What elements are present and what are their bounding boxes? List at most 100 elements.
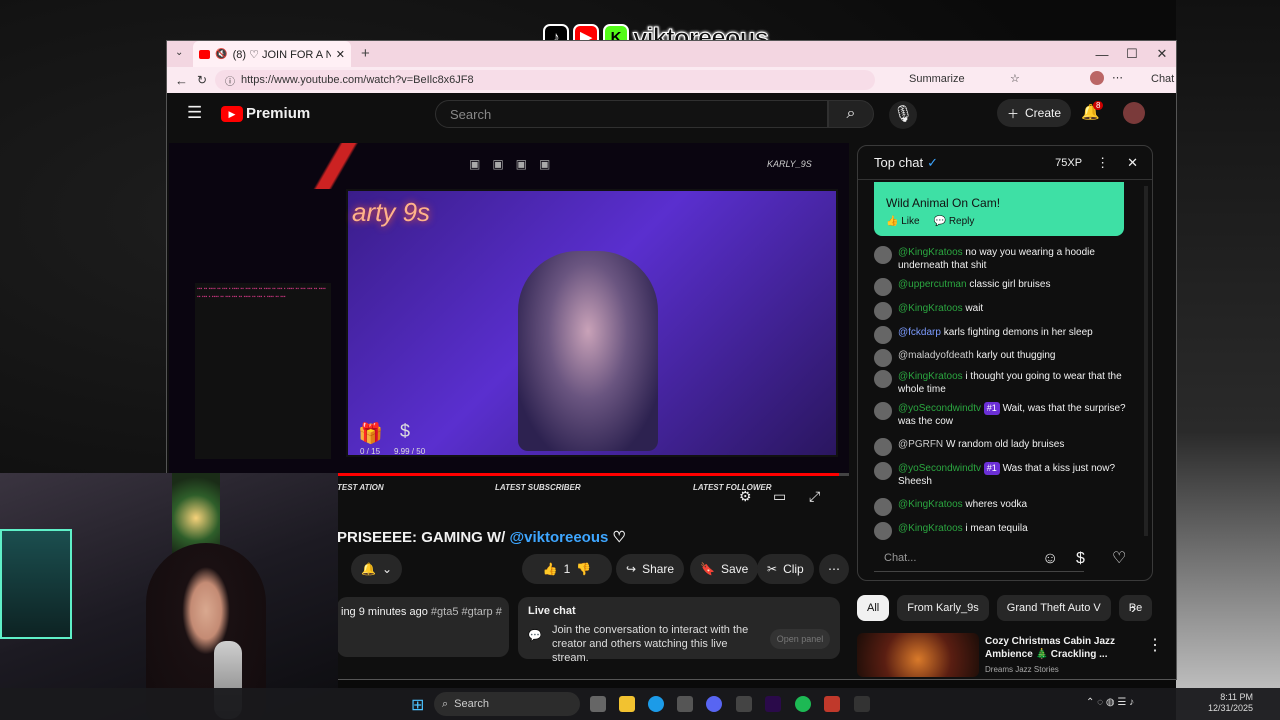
more-actions-button[interactable]: ⋯: [819, 554, 849, 584]
fullscreen-icon[interactable]: ⤢: [809, 488, 820, 505]
recommended-video[interactable]: Cozy Christmas Cabin Jazz Ambience 🎄 Cra…: [857, 633, 1167, 679]
recommended-channel[interactable]: Dreams Jazz Stories: [985, 665, 1059, 674]
taskbar-search[interactable]: ⌕ Search: [434, 692, 580, 716]
recommended-menu-icon[interactable]: ⋮: [1147, 635, 1163, 655]
chat-avatar[interactable]: [874, 246, 892, 264]
minimize-button[interactable]: —: [1087, 41, 1117, 67]
refresh-button[interactable]: ↻: [197, 73, 207, 87]
chat-message[interactable]: @yoSecondwindtv #1 Was that a kiss just …: [874, 462, 1132, 488]
chat-message[interactable]: @yoSecondwindtv #1 Wait, was that the su…: [874, 402, 1132, 428]
tray-icons[interactable]: ⌃ ◌ ◍ ☰ ♪: [1086, 697, 1134, 708]
voice-search-icon[interactable]: 🎙: [889, 101, 917, 129]
tab-close-icon[interactable]: ✕: [336, 48, 345, 61]
dislike-icon[interactable]: 👎: [576, 562, 591, 576]
close-window-button[interactable]: ✕: [1147, 41, 1176, 67]
youtube-logo-icon[interactable]: ▶: [221, 106, 243, 122]
more-options-icon[interactable]: ⋯: [1112, 71, 1123, 84]
chat-message[interactable]: @KingKratoos no way you wearing a hoodie…: [874, 246, 1132, 272]
clip-button[interactable]: ✂ Clip: [757, 554, 814, 584]
chat-author[interactable]: @KingKratoos: [898, 371, 963, 382]
edge-browser-icon[interactable]: [648, 696, 664, 712]
chat-message[interactable]: @KingKratoos i thought you going to wear…: [874, 370, 1132, 396]
xp-badge[interactable]: 75XP: [1055, 157, 1082, 169]
chat-message[interactable]: @KingKratoos wheres vodka: [874, 498, 1132, 516]
hamburger-menu-icon[interactable]: ☰: [187, 103, 202, 123]
search-input[interactable]: Search: [435, 100, 828, 128]
chip-1[interactable]: From Karly_9s: [897, 595, 989, 621]
system-clock[interactable]: 8:11 PM 12/31/2025: [1208, 692, 1253, 714]
chip-2[interactable]: Grand Theft Auto V: [996, 595, 1111, 621]
chat-author[interactable]: @KingKratoos: [898, 499, 963, 510]
like-icon[interactable]: 👍: [543, 562, 558, 576]
chat-message[interactable]: @KingKratoos wait: [874, 302, 1132, 320]
heart-icon[interactable]: ♡: [1112, 548, 1126, 568]
save-button[interactable]: 🔖 Save: [690, 554, 759, 584]
chat-message[interactable]: @maladyofdeath karly out thugging: [874, 349, 1132, 367]
app-red-icon[interactable]: [824, 696, 840, 712]
chat-author[interactable]: @fckdarp: [898, 327, 941, 338]
chat-author[interactable]: @KingKratoos: [898, 247, 963, 258]
like-dislike-button[interactable]: 👍 1 👎: [522, 554, 612, 584]
url-field[interactable]: ⓘ https://www.youtube.com/watch?v=BeIlc8…: [215, 70, 875, 90]
chip-0[interactable]: All: [857, 595, 890, 621]
discord-icon[interactable]: [706, 696, 722, 712]
emoji-icon[interactable]: ☺: [1042, 550, 1058, 568]
chat-menu-icon[interactable]: ⋮: [1096, 155, 1109, 171]
summarize-button[interactable]: Summarize: [909, 73, 965, 85]
description-tags[interactable]: #gta5 #gtarp #: [431, 606, 502, 618]
premiere-pro-icon[interactable]: [765, 696, 781, 712]
favorite-star-icon[interactable]: ☆: [1010, 72, 1020, 85]
open-panel-button[interactable]: Open panel: [770, 629, 830, 649]
file-explorer-icon[interactable]: [619, 696, 635, 712]
recommended-thumbnail[interactable]: [857, 633, 979, 677]
title-handle-link[interactable]: @viktoreeous: [510, 529, 609, 546]
chat-avatar[interactable]: [874, 370, 892, 388]
maximize-button[interactable]: ☐: [1117, 41, 1147, 67]
settings-gear-icon[interactable]: ⚙: [739, 488, 752, 505]
browser-tab[interactable]: 🔇 (8) ♡ JOIN FOR A NYE SURPRI ✕: [193, 41, 351, 67]
chat-avatar[interactable]: [874, 498, 892, 516]
chat-avatar[interactable]: [874, 522, 892, 540]
top-chat-dropdown[interactable]: Top chat: [874, 155, 923, 170]
chat-message[interactable]: @uppercutman classic girl bruises: [874, 278, 1132, 296]
start-menu-icon[interactable]: ⊞: [411, 695, 424, 715]
chat-author[interactable]: @KingKratoos: [898, 523, 963, 534]
chat-author[interactable]: @PGRFN: [898, 439, 943, 450]
site-info-icon[interactable]: ⓘ: [225, 73, 235, 88]
close-chat-icon[interactable]: ✕: [1127, 155, 1138, 171]
create-button[interactable]: ＋ Create: [997, 99, 1072, 127]
chat-avatar[interactable]: [874, 349, 892, 367]
app-icon[interactable]: [736, 696, 752, 712]
back-button[interactable]: ←: [175, 73, 188, 88]
chat-avatar[interactable]: [874, 326, 892, 344]
chat-message[interactable]: @KingKratoos i mean tequila: [874, 522, 1132, 540]
tab-list-icon[interactable]: ⌄: [175, 47, 183, 58]
chips-next-icon[interactable]: ›: [1131, 600, 1136, 618]
search-button[interactable]: ⌕: [828, 100, 874, 128]
recommended-title[interactable]: Cozy Christmas Cabin Jazz Ambience 🎄 Cra…: [985, 635, 1135, 661]
video-player[interactable]: ▣▣▣▣ KARLY_9S arty 9s 🎁 $ 0 / 15 9.99 / …: [169, 143, 849, 475]
spotify-icon[interactable]: [795, 696, 811, 712]
chat-author[interactable]: @maladyofdeath: [898, 350, 974, 361]
chat-avatar[interactable]: [874, 462, 892, 480]
chat-avatar[interactable]: [874, 278, 892, 296]
chat-author[interactable]: @yoSecondwindtv: [898, 403, 981, 414]
description-box[interactable]: ing 9 minutes ago #gta5 #gtarp #: [337, 597, 509, 657]
chat-avatar[interactable]: [874, 438, 892, 456]
chat-avatar[interactable]: [874, 302, 892, 320]
copilot-chat-button[interactable]: Chat: [1151, 73, 1174, 85]
chat-message[interactable]: @fckdarp karls fighting demons in her sl…: [874, 326, 1132, 344]
chat-author[interactable]: @yoSecondwindtv: [898, 463, 981, 474]
chat-author[interactable]: @uppercutman: [898, 279, 967, 290]
account-avatar[interactable]: [1123, 102, 1145, 124]
super-chat-icon[interactable]: $: [1076, 550, 1085, 568]
chat-author[interactable]: @KingKratoos: [898, 303, 963, 314]
chat-avatar[interactable]: [874, 402, 892, 420]
obs-icon[interactable]: [854, 696, 870, 712]
task-view-icon[interactable]: [590, 696, 606, 712]
profile-avatar[interactable]: [1090, 71, 1104, 85]
share-button[interactable]: ↪ Share: [616, 554, 685, 584]
chat-message[interactable]: @PGRFN W random old lady bruises: [874, 438, 1132, 456]
premium-logo-text[interactable]: Premium: [246, 105, 310, 122]
pinned-reply-button[interactable]: 💬 Reply: [934, 216, 975, 227]
